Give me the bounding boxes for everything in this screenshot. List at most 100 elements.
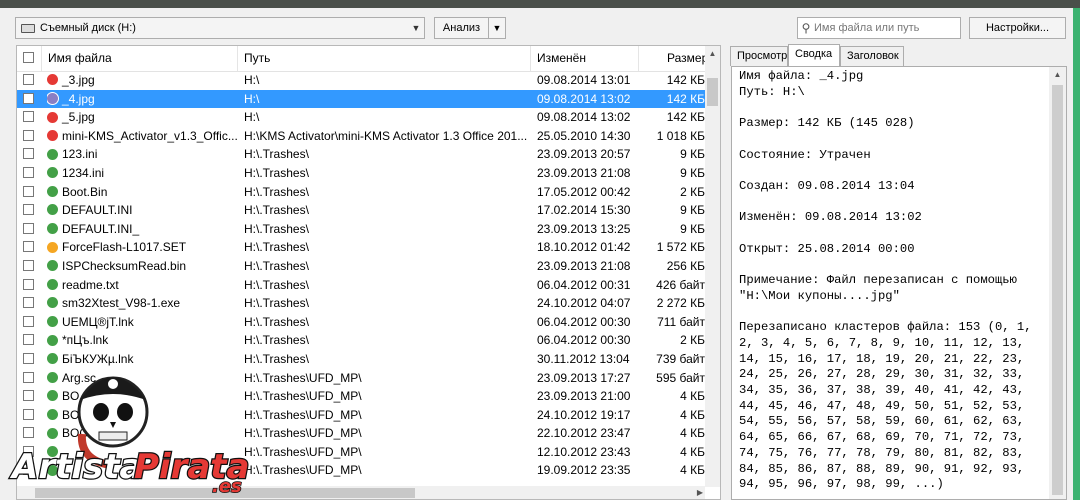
file-path: H:\KMS Activator\mini-KMS Activator 1.3 … bbox=[244, 128, 528, 143]
table-row[interactable]: mini-KMS_Activator_v1.3_Offic... H:\KMS A… bbox=[17, 127, 705, 146]
table-row[interactable]: 1234.ini H:\.Trashes\ 23.09.2013 21:08 9 КБ bbox=[17, 164, 705, 183]
row-checkbox[interactable] bbox=[23, 74, 34, 85]
row-checkbox-cell[interactable] bbox=[23, 201, 36, 220]
row-checkbox[interactable] bbox=[23, 111, 34, 123]
column-size[interactable]: Размер bbox=[639, 46, 705, 71]
table-row[interactable]: DEFAULT.INI_ H:\.Trashes\ 23.09.2013 13:25… bbox=[17, 220, 705, 239]
file-name-cell: _4.jpg bbox=[47, 90, 237, 109]
file-modified: 23.09.2013 21:00 bbox=[537, 389, 631, 404]
status-icon bbox=[47, 148, 58, 160]
file-name-cell: ISPChecksumRead.bin bbox=[47, 257, 237, 276]
file-size: 142 КБ bbox=[666, 110, 705, 125]
row-checkbox[interactable] bbox=[23, 204, 34, 216]
scroll-right-icon[interactable]: ▶ bbox=[697, 486, 703, 499]
row-checkbox-cell[interactable] bbox=[23, 331, 36, 350]
file-path: H:\.Trashes\ bbox=[244, 277, 309, 292]
table-row[interactable]: readme.txt H:\.Trashes\ 06.04.2012 00:31 42… bbox=[17, 276, 705, 295]
scroll-up-icon[interactable]: ▲ bbox=[1049, 67, 1066, 83]
tab-header[interactable]: Заголовок bbox=[840, 46, 904, 66]
vertical-scrollbar[interactable]: ▲ bbox=[705, 46, 720, 487]
watermark-text-1: Artista bbox=[9, 447, 142, 487]
row-checkbox[interactable] bbox=[23, 222, 34, 234]
row-checkbox[interactable] bbox=[23, 129, 34, 141]
table-row[interactable]: _4.jpg H:\ 09.08.2014 13:02 142 КБ bbox=[17, 89, 705, 109]
table-row[interactable]: UEMЦ®jT.lnk H:\.Trashes\ 06.04.2012 00:30 7… bbox=[17, 313, 705, 332]
analyze-dropdown-button[interactable]: ▼ bbox=[488, 17, 506, 39]
file-name: Boot.Bin bbox=[62, 184, 108, 199]
row-checkbox[interactable] bbox=[23, 259, 34, 271]
row-checkbox-cell[interactable] bbox=[23, 90, 36, 109]
file-modified: 23.09.2013 21:08 bbox=[537, 165, 631, 180]
row-checkbox-cell[interactable] bbox=[23, 313, 36, 332]
row-checkbox-cell[interactable] bbox=[23, 183, 36, 202]
tab-summary[interactable]: Сводка bbox=[788, 44, 840, 67]
table-row[interactable]: *пЦъ.lnk H:\.Trashes\ 06.04.2012 00:30 2 КБ bbox=[17, 331, 705, 350]
row-checkbox[interactable] bbox=[23, 278, 34, 290]
row-checkbox-cell[interactable] bbox=[23, 108, 36, 127]
table-row[interactable]: sm32Xtest_V98-1.exe H:\.Trashes\ 24.10.201… bbox=[17, 294, 705, 313]
column-modified[interactable]: Изменён bbox=[531, 46, 639, 71]
file-modified: 06.04.2012 00:31 bbox=[537, 277, 631, 292]
select-all-checkbox[interactable] bbox=[23, 52, 34, 63]
row-checkbox[interactable] bbox=[23, 185, 34, 197]
file-name: DEFAULT.INI_ bbox=[62, 221, 140, 236]
header-select-all[interactable] bbox=[17, 46, 42, 71]
file-path: H:\.Trashes\ bbox=[244, 203, 309, 218]
summary-scroll-thumb[interactable] bbox=[1052, 85, 1063, 495]
file-modified: 23.09.2013 21:08 bbox=[537, 258, 631, 273]
file-name: _5.jpg bbox=[62, 110, 95, 125]
file-size: 9 КБ bbox=[680, 165, 705, 180]
background-edge bbox=[1073, 8, 1080, 500]
column-name[interactable]: Имя файла bbox=[42, 46, 238, 71]
settings-button[interactable]: Настройки... bbox=[969, 17, 1066, 39]
file-name-cell: DEFAULT.INI_ bbox=[47, 220, 237, 239]
row-checkbox-cell[interactable] bbox=[23, 164, 36, 183]
status-icon bbox=[47, 223, 58, 235]
file-name: DEFAULT.INI bbox=[62, 203, 133, 218]
summary-scrollbar[interactable]: ▲ bbox=[1049, 67, 1066, 499]
scroll-up-icon[interactable]: ▲ bbox=[705, 46, 720, 62]
tab-preview[interactable]: Просмотр bbox=[730, 46, 788, 66]
row-checkbox-cell[interactable] bbox=[23, 127, 36, 146]
drive-select[interactable]: Съемный диск (H:) ▼ bbox=[15, 17, 425, 39]
table-row[interactable]: ISPChecksumRead.bin H:\.Trashes\ 23.09.201… bbox=[17, 257, 705, 276]
table-row[interactable]: _3.jpg H:\ 09.08.2014 13:01 142 КБ bbox=[17, 71, 705, 90]
row-checkbox[interactable] bbox=[23, 297, 34, 309]
file-modified: 22.10.2012 23:47 bbox=[537, 426, 631, 441]
row-checkbox[interactable] bbox=[23, 241, 34, 253]
table-row[interactable]: DEFAULT.INI H:\.Trashes\ 17.02.2014 15:30 9… bbox=[17, 201, 705, 220]
analyze-button[interactable]: Анализ bbox=[434, 17, 489, 39]
row-checkbox[interactable] bbox=[23, 148, 34, 160]
column-path[interactable]: Путь bbox=[238, 46, 531, 71]
row-checkbox-cell[interactable] bbox=[23, 257, 36, 276]
table-row[interactable]: _5.jpg H:\ 09.08.2014 13:02 142 КБ bbox=[17, 108, 705, 127]
table-row[interactable]: Boot.Bin H:\.Trashes\ 17.05.2012 00:42 2 КБ bbox=[17, 183, 705, 202]
file-path: H:\ bbox=[244, 73, 260, 87]
file-path: H:\.Trashes\UFD_MP\ bbox=[244, 370, 362, 385]
file-path: H:\ bbox=[244, 91, 260, 106]
table-row[interactable]: ForceFlash-L1017.SET H:\.Trashes\ 18.10.20… bbox=[17, 238, 705, 257]
table-row[interactable]: 123.ini H:\.Trashes\ 23.09.2013 20:57 9 КБ bbox=[17, 145, 705, 164]
row-checkbox-cell[interactable] bbox=[23, 294, 36, 313]
file-modified: 24.10.2012 19:17 bbox=[537, 407, 631, 422]
row-checkbox-cell[interactable] bbox=[23, 220, 36, 239]
row-checkbox-cell[interactable] bbox=[23, 145, 36, 164]
status-icon bbox=[47, 241, 58, 253]
status-icon bbox=[47, 204, 58, 216]
row-checkbox-cell[interactable] bbox=[23, 238, 36, 257]
row-checkbox[interactable] bbox=[23, 334, 34, 346]
file-name-cell: _5.jpg bbox=[47, 108, 237, 127]
row-checkbox-cell[interactable] bbox=[23, 71, 36, 90]
file-path: H:\.Trashes\UFD_MP\ bbox=[244, 463, 362, 478]
row-checkbox[interactable] bbox=[23, 92, 34, 104]
row-checkbox-cell[interactable] bbox=[23, 276, 36, 295]
file-name-cell: UEMЦ®jT.lnk bbox=[47, 313, 237, 332]
search-input[interactable]: ⚲ Имя файла или путь bbox=[797, 17, 961, 39]
drive-select-value: Съемный диск (H:) bbox=[40, 22, 136, 34]
scroll-thumb[interactable] bbox=[707, 78, 718, 106]
row-checkbox[interactable] bbox=[23, 315, 34, 327]
row-checkbox[interactable] bbox=[23, 166, 34, 178]
file-path: H:\.Trashes\ bbox=[244, 351, 309, 366]
file-size: 4 КБ bbox=[680, 426, 705, 441]
search-icon: ⚲ bbox=[801, 21, 811, 35]
